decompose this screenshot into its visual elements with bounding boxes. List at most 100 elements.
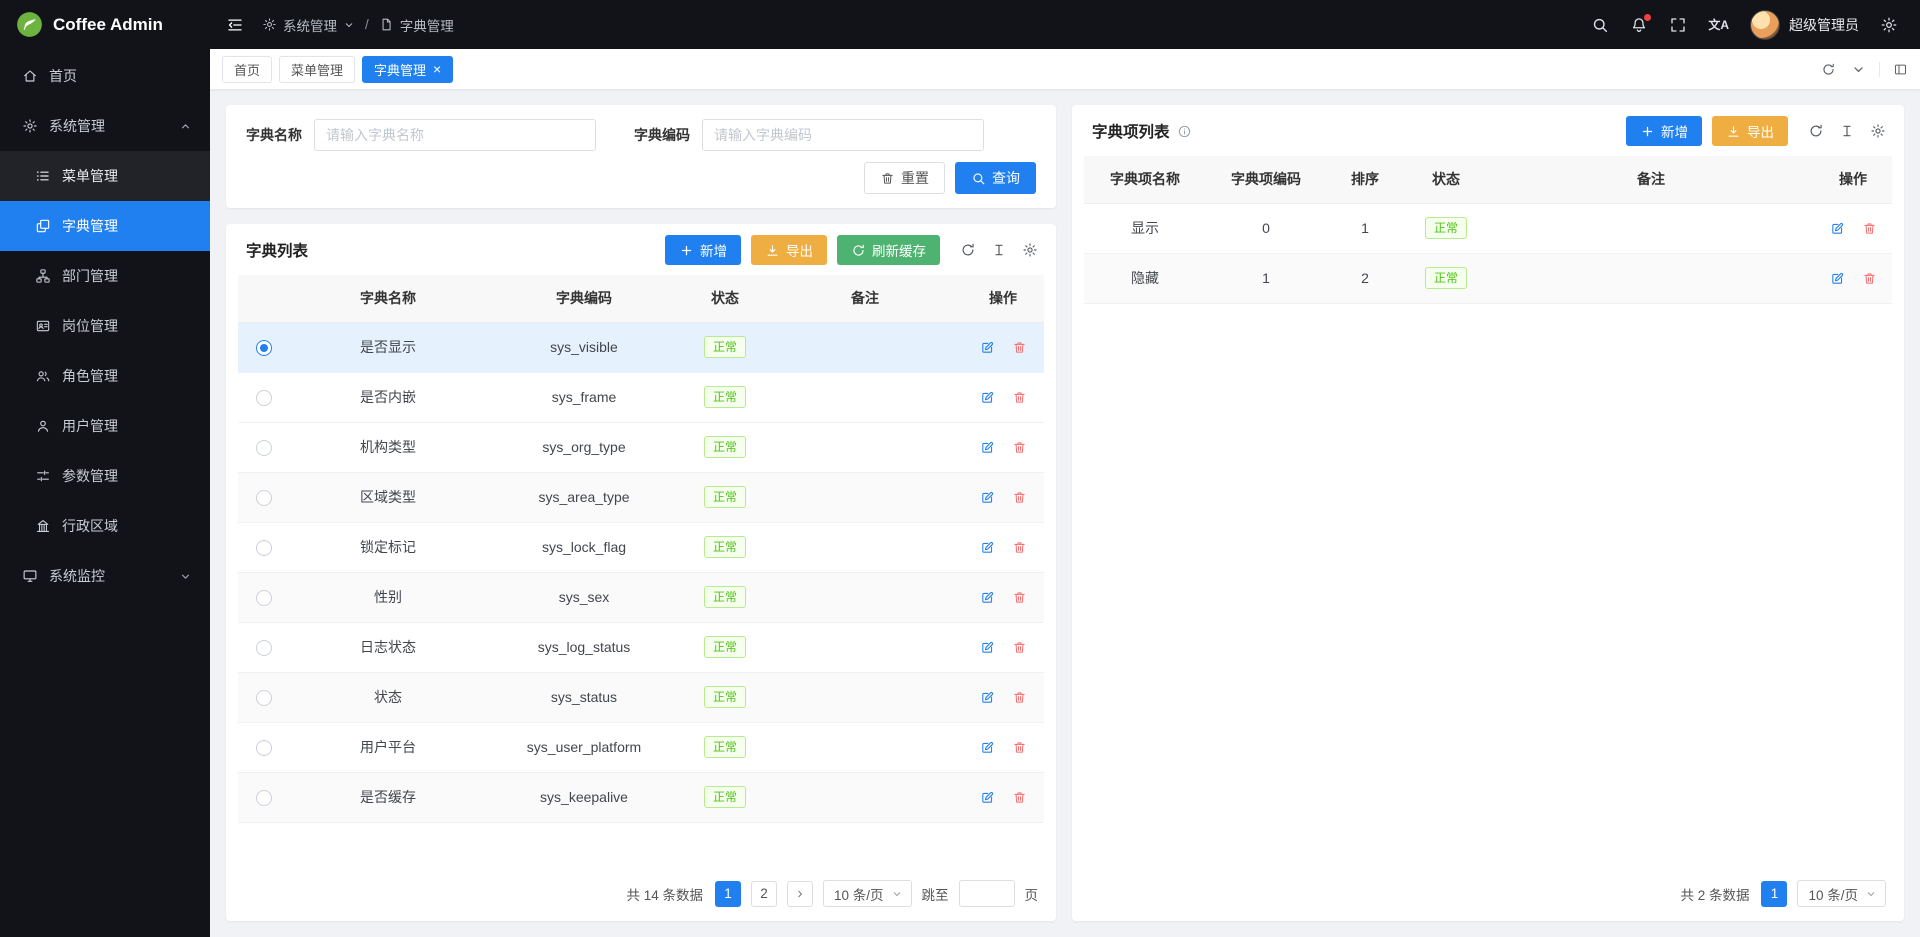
layout-icon[interactable] <box>1879 62 1908 77</box>
table-row[interactable]: 用户平台 sys_user_platform 正常 <box>238 722 1044 772</box>
page-size-select[interactable]: 10 条/页 <box>823 880 912 907</box>
page-size-select[interactable]: 10 条/页 <box>1797 880 1886 907</box>
row-radio[interactable] <box>256 740 272 756</box>
export-dict-items-button[interactable]: 导出 <box>1712 116 1788 146</box>
table-row[interactable]: 是否缓存 sys_keepalive 正常 <box>238 772 1044 822</box>
add-dict-button[interactable]: 新增 <box>665 235 741 265</box>
tab-options-chevron-icon[interactable] <box>1851 62 1866 77</box>
delete-icon[interactable] <box>1012 390 1027 405</box>
table-row[interactable]: 区域类型 sys_area_type 正常 <box>238 472 1044 522</box>
settings-gear-icon[interactable] <box>1880 16 1898 34</box>
sidebar-item-role-mgmt[interactable]: 角色管理 <box>0 351 210 401</box>
sidebar-item-post-mgmt[interactable]: 岗位管理 <box>0 301 210 351</box>
delete-icon[interactable] <box>1012 440 1027 455</box>
sidebar-item-home[interactable]: 首页 <box>0 51 210 101</box>
dict-name-input[interactable] <box>314 119 596 151</box>
delete-icon[interactable] <box>1862 271 1877 286</box>
delete-icon[interactable] <box>1012 740 1027 755</box>
edit-icon[interactable] <box>980 490 995 505</box>
reload-table-icon[interactable] <box>960 242 976 258</box>
row-radio[interactable] <box>256 390 272 406</box>
table-settings-gear-icon[interactable] <box>1870 123 1886 139</box>
edit-icon[interactable] <box>980 790 995 805</box>
search-icon[interactable] <box>1591 16 1609 34</box>
breadcrumb-current[interactable]: 字典管理 <box>379 15 454 35</box>
table-row[interactable]: 机构类型 sys_org_type 正常 <box>238 422 1044 472</box>
delete-icon[interactable] <box>1012 790 1027 805</box>
sidebar-item-dept-mgmt[interactable]: 部门管理 <box>0 251 210 301</box>
edit-icon[interactable] <box>980 640 995 655</box>
tab-dict-mgmt[interactable]: 字典管理 × <box>362 56 453 83</box>
edit-icon[interactable] <box>980 740 995 755</box>
row-radio[interactable] <box>256 340 272 356</box>
delete-icon[interactable] <box>1012 590 1027 605</box>
delete-icon[interactable] <box>1012 340 1027 355</box>
sidebar-fold-icon[interactable] <box>226 16 244 34</box>
jump-page-input[interactable] <box>959 880 1015 907</box>
breadcrumb-root[interactable]: 系统管理 <box>262 15 355 35</box>
dict-code-input[interactable] <box>702 119 984 151</box>
table-row[interactable]: 隐藏 1 2 正常 <box>1084 253 1892 303</box>
sidebar-item-menu-mgmt[interactable]: 菜单管理 <box>0 151 210 201</box>
row-radio[interactable] <box>256 440 272 456</box>
table-row[interactable]: 状态 sys_status 正常 <box>238 672 1044 722</box>
edit-icon[interactable] <box>980 540 995 555</box>
page-button-2[interactable]: 2 <box>751 881 777 907</box>
row-radio[interactable] <box>256 540 272 556</box>
page-button-1[interactable]: 1 <box>715 881 741 907</box>
notification-bell-icon[interactable] <box>1630 16 1648 34</box>
next-page-button[interactable] <box>787 881 813 907</box>
fullscreen-icon[interactable] <box>1669 16 1687 34</box>
delete-icon[interactable] <box>1012 640 1027 655</box>
table-row[interactable]: 是否显示 sys_visible 正常 <box>238 322 1044 372</box>
edit-icon[interactable] <box>980 690 995 705</box>
sidebar-item-param-mgmt[interactable]: 参数管理 <box>0 451 210 501</box>
sidebar-item-system[interactable]: 系统管理 <box>0 101 210 151</box>
tab-menu-mgmt[interactable]: 菜单管理 <box>279 56 355 83</box>
row-density-icon[interactable] <box>991 242 1007 258</box>
sidebar-item-monitor[interactable]: 系统监控 <box>0 551 210 601</box>
delete-icon[interactable] <box>1012 690 1027 705</box>
reset-button[interactable]: 重置 <box>864 162 945 194</box>
row-radio[interactable] <box>256 490 272 506</box>
delete-icon[interactable] <box>1862 221 1877 236</box>
edit-icon[interactable] <box>980 340 995 355</box>
page-button-1[interactable]: 1 <box>1761 881 1787 907</box>
info-icon[interactable] <box>1177 124 1192 139</box>
table-row[interactable]: 锁定标记 sys_lock_flag 正常 <box>238 522 1044 572</box>
query-button[interactable]: 查询 <box>955 162 1036 194</box>
table-row[interactable]: 日志状态 sys_log_status 正常 <box>238 622 1044 672</box>
delete-icon[interactable] <box>1012 490 1027 505</box>
tab-close-icon[interactable]: × <box>433 62 441 76</box>
table-row[interactable]: 性别 sys_sex 正常 <box>238 572 1044 622</box>
edit-icon[interactable] <box>980 390 995 405</box>
user-menu[interactable]: 超级管理员 <box>1750 10 1859 40</box>
sidebar-item-user-mgmt[interactable]: 用户管理 <box>0 401 210 451</box>
row-radio[interactable] <box>256 790 272 806</box>
delete-icon[interactable] <box>1012 540 1027 555</box>
dict-list-title: 字典列表 <box>246 239 308 261</box>
sidebar-item-region[interactable]: 行政区域 <box>0 501 210 551</box>
row-radio[interactable] <box>256 590 272 606</box>
row-density-icon[interactable] <box>1839 123 1855 139</box>
add-dict-item-button[interactable]: 新增 <box>1626 116 1702 146</box>
brand[interactable]: Coffee Admin <box>0 0 210 49</box>
dict-table: 字典名称 字典编码 状态 备注 操作 是否显示 sys_vis <box>238 275 1044 823</box>
table-settings-gear-icon[interactable] <box>1022 242 1038 258</box>
edit-icon[interactable] <box>1830 221 1845 236</box>
edit-icon[interactable] <box>980 590 995 605</box>
edit-icon[interactable] <box>1830 271 1845 286</box>
reload-table-icon[interactable] <box>1808 123 1824 139</box>
translate-icon[interactable]: 文A <box>1708 16 1729 33</box>
export-dict-button[interactable]: 导出 <box>751 235 827 265</box>
refresh-cache-button[interactable]: 刷新缓存 <box>837 235 940 265</box>
row-radio[interactable] <box>256 690 272 706</box>
row-radio[interactable] <box>256 640 272 656</box>
table-row[interactable]: 显示 0 1 正常 <box>1084 203 1892 253</box>
tab-home[interactable]: 首页 <box>222 56 272 83</box>
refresh-icon <box>851 243 866 258</box>
sidebar-item-dict-mgmt[interactable]: 字典管理 <box>0 201 210 251</box>
refresh-page-icon[interactable] <box>1821 62 1836 77</box>
edit-icon[interactable] <box>980 440 995 455</box>
table-row[interactable]: 是否内嵌 sys_frame 正常 <box>238 372 1044 422</box>
